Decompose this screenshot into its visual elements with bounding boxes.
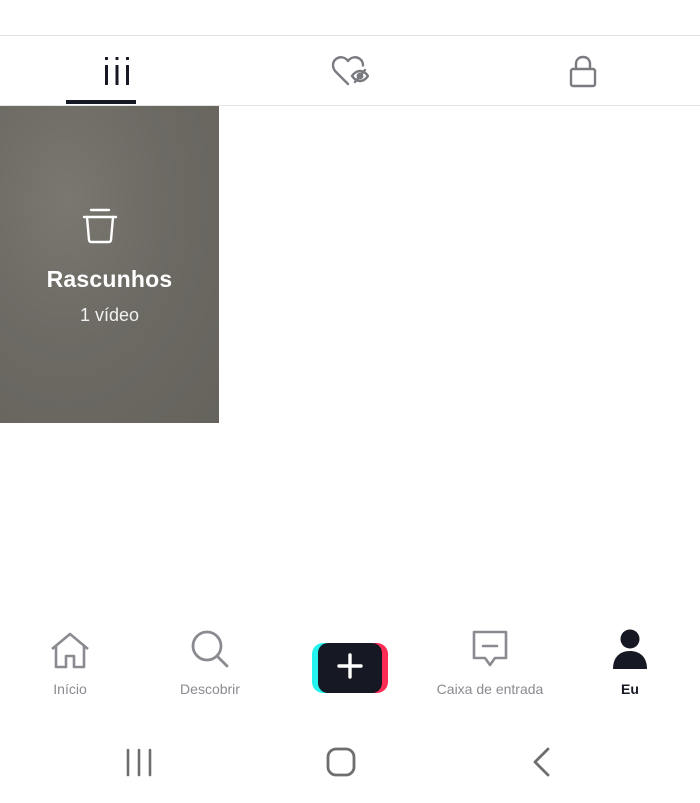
nav-home[interactable]: Início (0, 630, 140, 710)
header-strip (0, 0, 700, 36)
recents-icon[interactable] (125, 746, 153, 783)
create-button-face (318, 643, 382, 693)
system-nav-bar (0, 730, 700, 803)
nav-me-label: Eu (621, 681, 639, 697)
lock-icon (568, 54, 598, 88)
bottom-nav: Início Descobrir Caixa de entrada Eu (0, 629, 700, 710)
home-icon (49, 631, 91, 674)
plus-icon (337, 652, 363, 684)
search-icon (190, 629, 230, 674)
nav-inbox[interactable]: Caixa de entrada (420, 630, 560, 710)
nav-discover-label: Descobrir (180, 681, 240, 697)
tab-videos[interactable] (0, 37, 233, 105)
nav-me[interactable]: Eu (560, 629, 700, 710)
create-button[interactable] (312, 643, 388, 693)
profile-tab-bar (0, 37, 700, 106)
inbox-icon (471, 629, 509, 674)
drafts-tile[interactable]: Rascunhos 1 vídeo (0, 106, 219, 423)
tab-liked[interactable] (233, 37, 466, 105)
liked-hidden-heart-icon (331, 54, 369, 88)
nav-inbox-label: Caixa de entrada (436, 681, 544, 697)
profile-screen: Rascunhos 1 vídeo Início Descobrir Caixa… (0, 0, 700, 803)
drafts-title: Rascunhos (46, 266, 173, 292)
home-circle-icon[interactable] (325, 746, 357, 783)
trash-icon (82, 208, 118, 249)
nav-create[interactable] (280, 630, 420, 710)
drafts-video-count: 1 vídeo (79, 305, 140, 325)
active-tab-indicator (66, 100, 136, 104)
profile-icon (612, 629, 648, 674)
tab-private[interactable] (467, 37, 700, 105)
nav-home-label: Início (53, 681, 87, 697)
back-icon[interactable] (530, 746, 554, 783)
nav-discover[interactable]: Descobrir (140, 630, 280, 710)
grid-icon (102, 56, 132, 86)
